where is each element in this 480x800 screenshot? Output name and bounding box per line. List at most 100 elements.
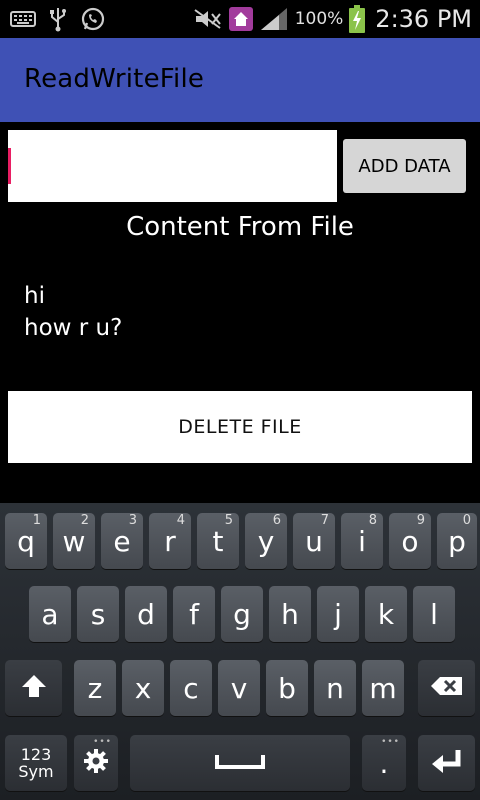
key-label: d [137, 597, 155, 631]
space-key[interactable] [130, 735, 350, 791]
key-label: p [448, 524, 466, 558]
key-label: r [164, 524, 176, 558]
key-label: y [257, 524, 275, 558]
keyboard-icon [10, 10, 36, 28]
key-label: s [90, 597, 106, 631]
status-bar-left [10, 0, 106, 38]
key-number: 8 [368, 513, 377, 528]
key-label: k [377, 597, 395, 631]
key-u[interactable]: u7 [293, 513, 335, 569]
content-title: Content From File [126, 212, 354, 242]
file-content-line: how r u? [24, 315, 123, 341]
key-label: x [134, 671, 152, 705]
symbols-label-line: Sym [18, 762, 54, 781]
key-n[interactable]: n [314, 660, 356, 716]
key-c[interactable]: c [170, 660, 212, 716]
key-j[interactable]: j [317, 586, 359, 642]
key-label: t [212, 524, 224, 558]
shift-icon [20, 672, 48, 704]
key-g[interactable]: g [221, 586, 263, 642]
key-number: 7 [320, 513, 329, 528]
key-x[interactable]: x [122, 660, 164, 716]
key-label: i [358, 524, 366, 558]
home-notification-icon [228, 7, 253, 31]
status-bar-right: 100% 2:36 PM [193, 0, 472, 38]
key-number: 2 [80, 513, 89, 528]
key-label: a [41, 597, 59, 631]
soft-keyboard: q1 w2 e3 r4 t5 y6 u7 i8 o9 p0 a s d f g … [0, 503, 480, 800]
text-cursor [8, 148, 11, 184]
key-label: f [189, 597, 199, 631]
key-y[interactable]: y6 [245, 513, 287, 569]
key-v[interactable]: v [218, 660, 260, 716]
key-number: 5 [224, 513, 233, 528]
backspace-key[interactable] [418, 660, 475, 716]
key-number: 4 [176, 513, 185, 528]
enter-icon [430, 747, 464, 779]
key-l[interactable]: l [413, 586, 455, 642]
key-e[interactable]: e3 [101, 513, 143, 569]
app-title: ReadWriteFile [24, 64, 205, 94]
mute-icon [193, 8, 223, 30]
period-key[interactable]: ••• . [362, 735, 406, 791]
key-label: w [62, 524, 86, 558]
key-q[interactable]: q1 [5, 513, 47, 569]
key-d[interactable]: d [125, 586, 167, 642]
key-p[interactable]: p0 [437, 513, 477, 569]
delete-file-button[interactable]: DELETE FILE [8, 391, 472, 463]
data-input[interactable] [16, 130, 331, 202]
key-label: n [326, 671, 344, 705]
key-number: 0 [462, 513, 471, 528]
data-input-container[interactable] [8, 130, 337, 202]
space-icon [215, 753, 265, 773]
shift-key[interactable] [5, 660, 62, 716]
add-data-button[interactable]: ADD DATA [343, 139, 466, 193]
key-b[interactable]: b [266, 660, 308, 716]
key-t[interactable]: t5 [197, 513, 239, 569]
key-k[interactable]: k [365, 586, 407, 642]
key-label: u [305, 524, 323, 558]
status-bar: 100% 2:36 PM [0, 0, 480, 38]
key-label: b [278, 671, 296, 705]
battery-charging-icon [349, 5, 366, 33]
key-r[interactable]: r4 [149, 513, 191, 569]
period-label: . [379, 746, 389, 780]
key-label: g [233, 597, 251, 631]
key-label: c [183, 671, 199, 705]
key-s[interactable]: s [77, 586, 119, 642]
key-h[interactable]: h [269, 586, 311, 642]
key-number: 3 [128, 513, 137, 528]
key-w[interactable]: w2 [53, 513, 95, 569]
key-label: z [87, 671, 103, 705]
key-f[interactable]: f [173, 586, 215, 642]
whatsapp-icon [80, 6, 106, 32]
key-a[interactable]: a [29, 586, 71, 642]
symbols-key[interactable]: 123 Sym [5, 735, 67, 791]
key-number: 6 [272, 513, 281, 528]
key-z[interactable]: z [74, 660, 116, 716]
enter-key[interactable] [418, 735, 475, 791]
signal-icon [259, 6, 289, 32]
file-content-line: hi [24, 283, 45, 309]
settings-icon [82, 747, 110, 779]
key-label: q [17, 524, 35, 558]
settings-key[interactable]: ••• [74, 735, 118, 791]
key-i[interactable]: i8 [341, 513, 383, 569]
key-label: e [113, 524, 131, 558]
key-number: 1 [32, 513, 41, 528]
usb-icon [48, 6, 68, 32]
key-label: j [334, 597, 342, 631]
key-number: 9 [416, 513, 425, 528]
symbols-label: 123 Sym [18, 746, 53, 780]
key-m[interactable]: m [362, 660, 404, 716]
more-options-dots: ••• [381, 737, 400, 747]
symbols-label-line: 123 [20, 745, 52, 764]
key-label: o [401, 524, 419, 558]
battery-percent: 100% [294, 9, 344, 29]
key-label: h [281, 597, 299, 631]
key-label: l [430, 597, 438, 631]
app-bar: ReadWriteFile [0, 38, 480, 122]
more-options-dots: ••• [93, 737, 112, 747]
key-o[interactable]: o9 [389, 513, 431, 569]
file-content: hi how r u? [24, 280, 122, 344]
